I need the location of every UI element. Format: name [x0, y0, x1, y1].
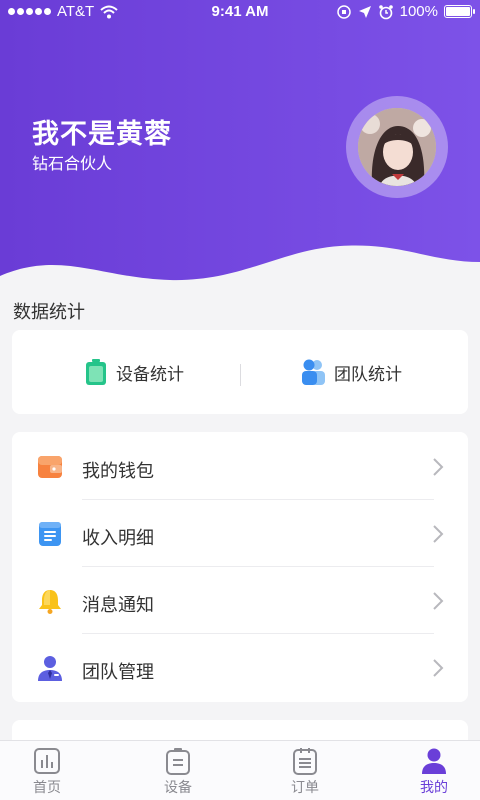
tab-label: 设备 — [164, 780, 192, 796]
tab-devices[interactable]: 设备 — [138, 747, 218, 797]
alarm-icon — [378, 4, 393, 19]
tab-orders[interactable]: 订单 — [265, 747, 345, 797]
stats-card: 设备统计 团队统计 — [12, 330, 468, 414]
team-stats-label: 团队统计 — [334, 364, 402, 385]
menu-item-income[interactable]: 收入明细 — [12, 500, 468, 567]
battery-percent: 100% — [399, 3, 438, 20]
tab-label: 首页 — [33, 780, 61, 796]
battery-icon — [444, 5, 475, 18]
stats-section-title: 数据统计 — [13, 302, 85, 323]
avatar-image — [358, 108, 436, 186]
menu-item-label: 我的钱包 — [82, 461, 154, 482]
order-icon — [293, 748, 317, 775]
tab-label: 我的 — [420, 780, 448, 796]
profile-header: AT&T 9:41 AM 100% 我不是黄蓉 钻石合伙人 — [0, 0, 480, 300]
menu-item-wallet[interactable]: 我的钱包 — [12, 433, 468, 500]
chart-icon — [34, 748, 60, 774]
user-level: 钻石合伙人 — [32, 154, 113, 173]
menu-item-label: 消息通知 — [82, 595, 154, 616]
menu-card: 我的钱包 收入明细 消息通知 团队管理 — [12, 432, 468, 702]
device-battery-icon — [86, 359, 106, 385]
user-name: 我不是黄蓉 — [32, 119, 172, 150]
tab-home[interactable]: 首页 — [7, 747, 87, 797]
device-stats-button[interactable]: 设备统计 — [84, 358, 184, 386]
chevron-right-icon — [433, 525, 444, 543]
avatar[interactable] — [346, 96, 448, 198]
orientation-lock-icon — [336, 4, 351, 19]
menu-item-label: 收入明细 — [82, 528, 154, 549]
chevron-right-icon — [433, 458, 444, 476]
tab-label: 订单 — [291, 780, 319, 796]
chevron-right-icon — [433, 592, 444, 610]
bell-icon — [39, 590, 61, 614]
location-icon — [358, 5, 371, 18]
status-bar: AT&T 9:41 AM 100% — [0, 0, 480, 24]
person-icon — [422, 748, 446, 774]
device-icon — [166, 748, 190, 775]
stats-divider — [240, 364, 241, 386]
team-manager-icon — [38, 656, 62, 681]
menu-item-notifications[interactable]: 消息通知 — [12, 567, 468, 634]
tab-bar: 首页 设备 订单 我的 — [0, 740, 480, 800]
chevron-right-icon — [433, 659, 444, 677]
wallet-icon — [38, 456, 62, 478]
device-stats-label: 设备统计 — [116, 364, 184, 385]
menu-item-label: 团队管理 — [82, 662, 154, 683]
tab-mine[interactable]: 我的 — [394, 747, 474, 797]
team-icon — [302, 359, 325, 385]
income-list-icon — [39, 522, 61, 546]
team-stats-button[interactable]: 团队统计 — [300, 358, 402, 386]
menu-item-team-management[interactable]: 团队管理 — [12, 634, 468, 701]
